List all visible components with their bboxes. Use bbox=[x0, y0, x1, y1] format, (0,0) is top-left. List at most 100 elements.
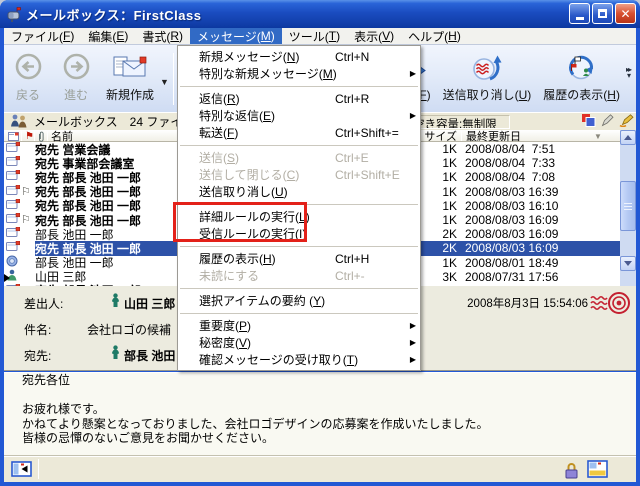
row-date: 2008/08/03 16:09 bbox=[457, 241, 620, 255]
mailbox-app-icon bbox=[6, 6, 22, 22]
menu-separator bbox=[178, 141, 420, 149]
from-label: 差出人: bbox=[24, 295, 63, 312]
split-pane-toggle[interactable] bbox=[11, 460, 33, 483]
scrollbar-thumb[interactable] bbox=[620, 181, 636, 231]
menubar-item[interactable]: ヘルプ(H) bbox=[401, 28, 468, 44]
edit-pencil-icon[interactable] bbox=[601, 114, 614, 130]
row-date: 2008/08/04 7:08 bbox=[457, 170, 620, 184]
menubar-item[interactable]: ファイル(F) bbox=[4, 28, 81, 44]
row-size: 1K bbox=[420, 256, 457, 270]
sort-dropdown-icon[interactable]: ▼ bbox=[594, 130, 602, 142]
new-message-icon bbox=[112, 53, 148, 86]
menubar-item[interactable]: ツール(T) bbox=[282, 28, 347, 44]
window: メールボックス：FirstClass ✕ ファイル(F) 編集(E) 書式(R)… bbox=[0, 0, 640, 486]
menu-shortcut: Ctrl+N bbox=[335, 50, 407, 64]
arrow-up-icon bbox=[624, 135, 632, 140]
row-size: 1K bbox=[420, 142, 457, 156]
capacity-status: 空き容量:無制限 bbox=[410, 115, 510, 129]
menu-item[interactable]: 履歴の表示(H) Ctrl+H ▶ bbox=[178, 250, 420, 267]
message-icon bbox=[4, 156, 21, 170]
toolbar-button[interactable]: 履歴の表示(H) bbox=[539, 51, 624, 105]
date-column-header[interactable]: 最終更新日 bbox=[466, 130, 521, 142]
menu-item[interactable]: 送信して閉じる(C) Ctrl+Shift+E ▶ bbox=[178, 166, 420, 183]
menu-shortcut: Ctrl+Shift+= bbox=[335, 126, 407, 140]
row-date: 2008/08/03 16:39 bbox=[457, 185, 620, 199]
layout-view-icon[interactable] bbox=[587, 460, 608, 483]
statusbar-separator bbox=[38, 459, 39, 479]
menu-item[interactable]: 確認メッセージの受け取り(T) ▶ bbox=[178, 351, 420, 368]
menu-item[interactable]: 重要度(P) ▶ bbox=[178, 317, 420, 334]
attachment-column-icon[interactable] bbox=[37, 130, 45, 142]
status-bar bbox=[4, 455, 636, 482]
mail-icon bbox=[6, 241, 20, 255]
menu-item[interactable]: 返信(R) Ctrl+R ▶ bbox=[178, 90, 420, 107]
close-icon: ✕ bbox=[620, 8, 630, 20]
toolbar-button[interactable]: 送信取り消し(U) bbox=[439, 51, 536, 105]
body-text-line: かねてより懸案となっておりました、会社ロゴデザインの応募案を作成いたしました。 bbox=[22, 417, 636, 432]
flag-column-icon[interactable]: ⚑ bbox=[25, 130, 34, 142]
menubar-item[interactable]: 書式(R) bbox=[135, 28, 190, 44]
mailbox-icon bbox=[10, 113, 28, 131]
menu-item[interactable]: 特別な新規メッセージ(M) ▶ bbox=[178, 65, 420, 82]
size-column-header[interactable]: サイズ bbox=[420, 130, 457, 142]
forward-icon bbox=[63, 53, 90, 85]
submenu-arrow-icon: ▶ bbox=[407, 111, 416, 120]
menu-item[interactable]: 特別な返信(E) ▶ bbox=[178, 107, 420, 124]
row-date: 2008/08/01 18:49 bbox=[457, 256, 620, 270]
sender-person-icon[interactable] bbox=[111, 293, 120, 310]
row-size: 2K bbox=[420, 227, 457, 241]
toolbar-button[interactable]: 進む bbox=[54, 51, 98, 105]
from-value: 山田 三郎 bbox=[124, 295, 175, 312]
toolbar-separator bbox=[173, 53, 174, 105]
list-scrollbar[interactable] bbox=[620, 130, 636, 286]
close-button[interactable]: ✕ bbox=[615, 3, 636, 24]
mail-icon bbox=[6, 213, 20, 227]
row-date: 2008/08/03 16:09 bbox=[457, 213, 620, 227]
menubar-item[interactable]: メッセージ(M) bbox=[190, 28, 282, 44]
toolbar-overflow-chevron[interactable]: ▸▸ ▾ bbox=[626, 67, 630, 79]
menubar-item[interactable]: 編集(E) bbox=[81, 28, 135, 44]
row-date: 2008/07/31 17:56 bbox=[457, 270, 620, 284]
body-text-line: お疲れ様です。 bbox=[22, 402, 636, 417]
lock-icon[interactable] bbox=[565, 462, 578, 484]
body-text-line: 皆様の忌憚のないご意見をお聞かせください。 bbox=[22, 431, 636, 446]
menu-item[interactable]: 選択アイテムの要約 (Y) ▶ bbox=[178, 292, 420, 309]
menu-item[interactable]: 送信取り消し(U) ▶ bbox=[178, 183, 420, 200]
menu-item[interactable]: 未読にする Ctrl+- ▶ bbox=[178, 267, 420, 284]
menu-item[interactable]: 詳細ルールの実行(L) ▶ bbox=[178, 208, 420, 225]
message-type-column-icon[interactable] bbox=[8, 130, 19, 142]
scroll-down-button[interactable] bbox=[620, 256, 636, 271]
menu-shortcut: Ctrl+- bbox=[335, 269, 407, 283]
row-size: 1K bbox=[420, 213, 457, 227]
menu-item[interactable]: 受信ルールの実行(I) ▶ bbox=[178, 225, 420, 242]
row-date: 2008/08/04 7:51 bbox=[457, 142, 620, 156]
menu-item[interactable]: 送信(S) Ctrl+E ▶ bbox=[178, 149, 420, 166]
menu-shortcut: Ctrl+Shift+E bbox=[335, 168, 407, 182]
color-swatch-icon[interactable] bbox=[582, 114, 596, 130]
signature-pencil-icon[interactable] bbox=[619, 114, 634, 130]
name-column-header[interactable]: 名前 bbox=[51, 130, 73, 142]
minimize-button[interactable] bbox=[569, 3, 590, 24]
menu-item[interactable]: 転送(F) Ctrl+Shift+= ▶ bbox=[178, 124, 420, 141]
subject-value: 会社ロゴの候補 bbox=[87, 321, 171, 338]
body-text-line: 宛先各位 bbox=[22, 373, 636, 388]
toolbar-button[interactable]: 新規作成 bbox=[102, 51, 158, 105]
row-size: 2K bbox=[420, 241, 457, 255]
menu-item[interactable]: 新規メッセージ(N) Ctrl+N ▶ bbox=[178, 48, 420, 65]
menu-separator bbox=[178, 200, 420, 208]
pane-splitter-handle[interactable] bbox=[4, 274, 10, 282]
scroll-up-button[interactable] bbox=[620, 130, 636, 145]
row-size: 1K bbox=[420, 199, 457, 213]
menu-item[interactable]: 秘密度(V) ▶ bbox=[178, 334, 420, 351]
message-icon bbox=[4, 170, 21, 184]
minimize-icon bbox=[576, 17, 584, 20]
menubar-item[interactable]: 表示(V) bbox=[347, 28, 401, 44]
new-message-dropdown-arrow[interactable]: ▼ bbox=[160, 77, 169, 87]
toolbar-button[interactable]: 戻る bbox=[6, 51, 50, 105]
message-menu-dropdown: 新規メッセージ(N) Ctrl+N ▶ 特別な新規メッセージ(M) ▶ 返信(R… bbox=[177, 45, 421, 371]
recipient-person-icon[interactable] bbox=[111, 345, 120, 362]
maximize-button[interactable] bbox=[592, 3, 613, 24]
unsend-icon bbox=[471, 53, 502, 86]
mail-icon bbox=[6, 170, 20, 184]
menu-separator bbox=[178, 82, 420, 90]
